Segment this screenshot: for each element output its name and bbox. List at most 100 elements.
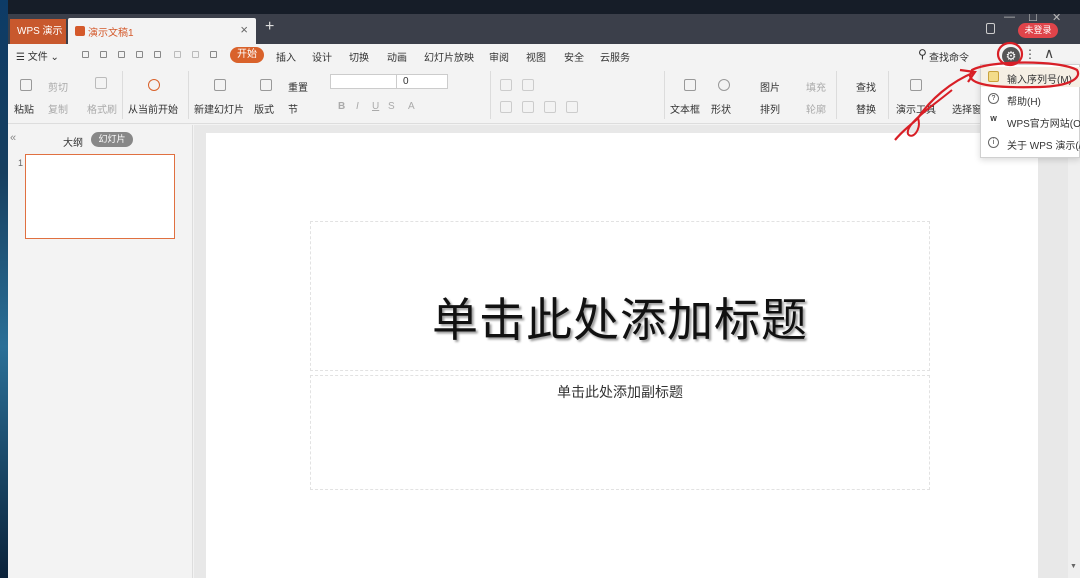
new-slide-icon[interactable] [214,79,226,91]
more-icon[interactable]: ⋮ [1024,47,1036,61]
preview-icon[interactable] [136,51,143,58]
search-icon[interactable]: ⚲ [918,47,927,61]
menu-bar: ☰ 文件 ⌄ 开始 插入 设计 切换 动画 幻灯片放映 审阅 视图 安全 云服务… [8,44,1080,67]
paste-icon[interactable] [20,79,32,91]
menu-item-help[interactable]: ? 帮助(H) [981,89,1080,109]
ribbon-divider [836,71,837,119]
find-button[interactable]: 查找 [856,79,876,94]
tab-review[interactable]: 审阅 [489,49,509,64]
undo-icon[interactable] [174,51,181,58]
new-tab-button[interactable]: + [265,18,274,36]
shape-button[interactable]: 形状 [711,101,731,116]
close-tab-icon[interactable]: × [240,22,248,37]
search-command[interactable]: 查找命令 [929,49,969,64]
app-tab-wps[interactable]: WPS 演示 [10,19,66,44]
file-menu-button[interactable]: ☰ 文件 ⌄ [16,48,59,63]
textbox-icon[interactable] [684,79,696,91]
format-painter-icon[interactable] [95,77,107,89]
italic-button[interactable]: I [356,101,359,112]
layout-button[interactable]: 版式 [254,101,274,116]
tab-security[interactable]: 安全 [564,49,584,64]
copy-button[interactable]: 复制 [48,101,68,116]
tab-transition[interactable]: 切换 [349,49,369,64]
tab-animation[interactable]: 动画 [387,49,407,64]
subtitle-placeholder-text: 单击此处添加副标题 [557,384,683,400]
scroll-down-icon[interactable]: ▼ [1070,563,1077,570]
title-placeholder[interactable]: 单击此处添加标题 [310,221,930,371]
window-close-button[interactable]: ✕ [1052,14,1061,24]
section-button[interactable]: 节 [288,101,298,116]
customize-icon[interactable] [210,51,217,58]
reset-button[interactable]: 重置 [288,79,308,94]
from-current-button[interactable]: 从当前开始 [128,101,178,116]
font-size-field[interactable]: 0 [396,74,448,89]
number-list-icon[interactable] [522,79,534,91]
select-pane-button[interactable]: 选择窗 [952,101,982,116]
ribbon-divider [664,71,665,119]
replace-button[interactable]: 替换 [856,101,876,116]
save-icon[interactable] [100,51,107,58]
font-color-button[interactable]: A [408,101,415,112]
subtitle-placeholder[interactable]: 单击此处添加副标题 [310,375,930,490]
tab-cloud[interactable]: 云服务 [600,49,630,64]
menu-item-label: 输入序列号(M) [1007,75,1072,86]
new-slide-button[interactable]: 新建幻灯片 [194,101,244,116]
title-bar: WPS 演示 演示文稿1 × + — ☐ ✕ 未登录 [8,14,1080,44]
font-name-field[interactable] [330,74,406,89]
export-icon[interactable] [154,51,161,58]
outline-button[interactable]: 轮廓 [806,101,826,116]
title-placeholder-text: 单击此处添加标题 [432,293,808,347]
collapse-ribbon-icon[interactable]: ∧ [1044,45,1054,62]
paste-button[interactable]: 粘贴 [14,101,34,116]
print-icon[interactable] [118,51,125,58]
presentation-tools-button[interactable]: 演示工具 [896,101,936,116]
menu-item-label: WPS官方网站(O [1007,119,1080,130]
textbox-button[interactable]: 文本框 [670,101,700,116]
justify-icon[interactable] [566,101,578,113]
collapse-pane-icon[interactable]: « [10,132,16,144]
presentation-tools-icon[interactable] [910,79,922,91]
tab-slides[interactable]: 幻灯片 [91,132,133,147]
align-right-icon[interactable] [544,101,556,113]
slide-canvas[interactable]: 单击此处添加标题 单击此处添加副标题 [206,133,1038,578]
login-button[interactable]: 未登录 [1018,23,1058,38]
picture-button[interactable]: 图片 [760,79,780,94]
underline-button[interactable]: U [372,101,379,112]
play-icon[interactable] [148,79,160,91]
key-icon [988,71,999,82]
desktop-strip-top [0,0,1080,14]
align-center-icon[interactable] [522,101,534,113]
strike-button[interactable]: S [388,101,395,112]
device-icon[interactable] [986,23,995,34]
layout-icon[interactable] [260,79,272,91]
document-tab[interactable]: 演示文稿1 × [68,18,256,44]
tab-outline[interactable]: 大纲 [63,134,83,149]
tab-design[interactable]: 设计 [312,49,332,64]
help-icon: ? [988,93,999,104]
gear-icon[interactable]: ⚙ [1002,47,1020,65]
menu-item-website[interactable]: W WPS官方网站(O [981,111,1080,131]
fill-button[interactable]: 填充 [806,79,826,94]
shape-icon[interactable] [718,79,730,91]
wps-window: WPS 演示 演示文稿1 × + — ☐ ✕ 未登录 ☰ 文件 ⌄ 开始 插入 … [8,14,1080,578]
info-icon: i [988,137,999,148]
minimize-button[interactable]: — [1004,14,1015,23]
cut-button[interactable]: 剪切 [48,79,68,94]
vertical-scrollbar[interactable]: ▼ [1068,125,1080,578]
open-icon[interactable] [82,51,89,58]
arrange-button[interactable]: 排列 [760,101,780,116]
format-painter-button[interactable]: 格式刷 [87,101,117,116]
bold-button[interactable]: B [338,101,345,112]
ribbon-divider [490,71,491,119]
align-left-icon[interactable] [500,101,512,113]
menu-item-about[interactable]: i 关于 WPS 演示(/ [981,133,1080,153]
slide-thumbnail[interactable] [25,154,175,239]
bullet-list-icon[interactable] [500,79,512,91]
tab-view[interactable]: 视图 [526,49,546,64]
redo-icon[interactable] [192,51,199,58]
tab-insert[interactable]: 插入 [276,49,296,64]
slides-pane: « 大纲 幻灯片 1 [8,125,193,578]
tab-slideshow[interactable]: 幻灯片放映 [424,49,474,64]
tab-start[interactable]: 开始 [230,47,264,63]
menu-item-enter-serial[interactable]: 输入序列号(M) [981,67,1080,87]
